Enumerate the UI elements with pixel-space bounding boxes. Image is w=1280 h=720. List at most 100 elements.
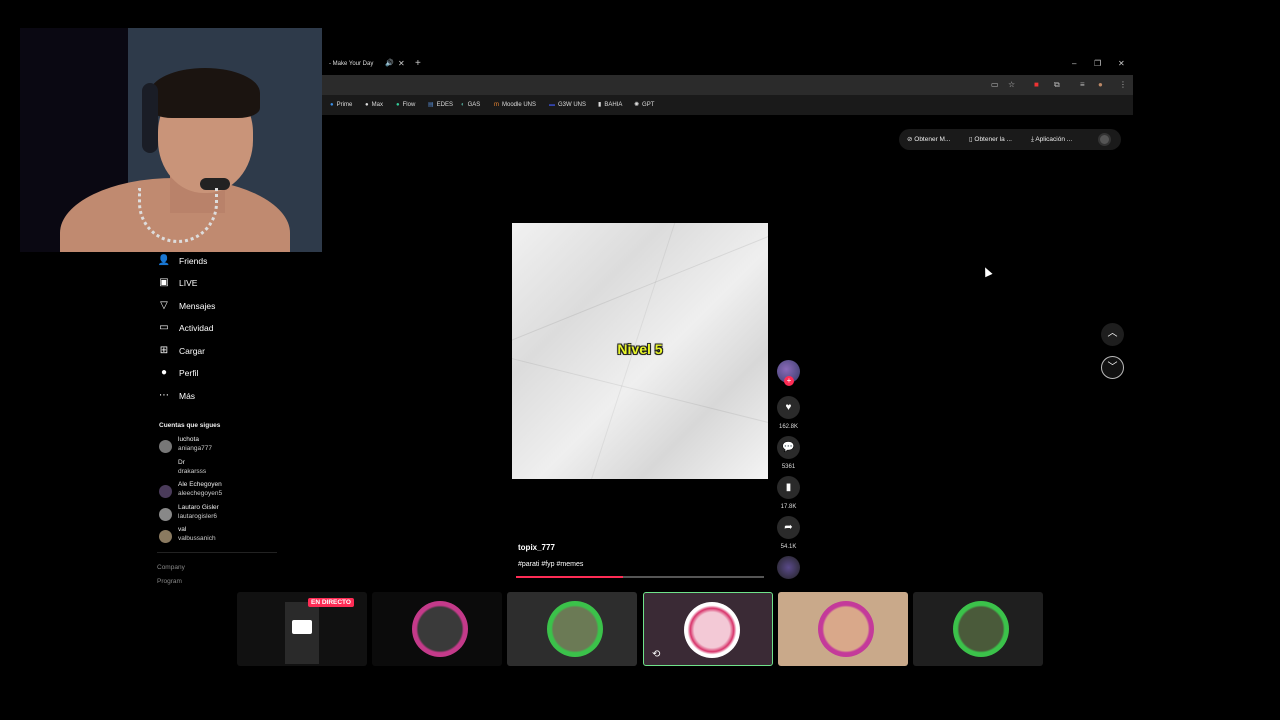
friends-icon: 👤 — [157, 255, 171, 266]
footer-link-program[interactable]: Program — [157, 578, 182, 585]
next-video-button[interactable]: ﹀ — [1101, 356, 1124, 379]
gpt-icon: ✺ — [634, 102, 640, 108]
close-tab-icon[interactable]: ✕ — [398, 56, 405, 72]
bookmark-gas[interactable]: ◐ GAS — [461, 100, 480, 110]
new-tab-button[interactable]: + — [415, 56, 421, 72]
following-account[interactable]: luchota anianga777 — [157, 436, 317, 458]
bookmark-flow[interactable]: ● Flow — [396, 100, 415, 110]
tab-title: - Make Your Day — [329, 61, 374, 67]
bookmark-prime[interactable]: ● Prime — [330, 100, 352, 110]
emote-duo — [953, 601, 1009, 657]
sidebar-item-friends[interactable]: 👤 Friends — [157, 252, 297, 270]
bookmark-gpt[interactable]: ✺ GPT — [634, 100, 654, 110]
emote-tile[interactable] — [913, 592, 1043, 666]
close-window-icon[interactable]: ✕ — [1118, 56, 1125, 72]
comment-count: 5361 — [781, 464, 796, 470]
bookmark-bahia[interactable]: ▮ BAHIA — [598, 100, 622, 110]
paper-crease — [512, 354, 768, 433]
previous-video-button[interactable]: ︿ — [1101, 323, 1124, 346]
sidebar-item-profile[interactable]: ● Perfil — [157, 364, 297, 382]
bookmark-star-icon[interactable]: ☆ — [1008, 79, 1015, 91]
edes-icon: ▤ — [428, 102, 434, 108]
get-coins-button[interactable]: ⊘ Obtener M... — [907, 135, 950, 144]
bookmark-moodle[interactable]: m Moodle UNS — [494, 100, 536, 110]
save-count: 17.8K — [780, 504, 797, 510]
loop-icon: ⟲ — [652, 649, 661, 660]
share-icon: ➦ — [784, 522, 793, 533]
moodle-icon: m — [494, 102, 499, 108]
more-icon: ⋯ — [159, 390, 169, 401]
like-count: 162.8K — [778, 424, 799, 430]
comment-button[interactable]: 💬 — [777, 436, 800, 459]
like-button[interactable]: ♥ — [777, 396, 800, 419]
g3w-icon: ▬ — [549, 102, 555, 108]
video-username[interactable]: topix_777 — [518, 543, 555, 552]
address-bar[interactable]: ▭ ☆ ■ ⧉ ≡ ● ⋮ — [322, 75, 1133, 95]
emote-tile[interactable] — [778, 592, 908, 666]
profile-icon[interactable]: ● — [1098, 79, 1103, 91]
video-progress-bar[interactable] — [516, 576, 764, 578]
webcam-overlay — [20, 28, 322, 252]
streamer-hair — [150, 68, 260, 118]
live-tile[interactable]: EN DIRECTO — [237, 592, 367, 666]
avatar — [159, 440, 172, 453]
avatar — [159, 530, 172, 543]
gas-icon: ◐ — [461, 102, 465, 108]
browser-tab[interactable]: - Make Your Day 🔊 ✕ — [322, 56, 407, 74]
flow-icon: ● — [396, 102, 400, 108]
share-button[interactable]: ➦ — [777, 516, 800, 539]
bookmark-max[interactable]: ● Max — [365, 100, 383, 110]
following-title: Cuentas que sigues — [159, 422, 221, 429]
following-account[interactable]: Dr drakarsss — [157, 459, 317, 481]
get-app-button[interactable]: ▯ Obtener la ... — [969, 135, 1012, 144]
follow-plus-icon[interactable]: + — [784, 376, 794, 386]
sidebar-item-messages[interactable]: ▽ Mensajes — [157, 297, 297, 315]
music-disc[interactable] — [777, 556, 800, 579]
mouse-cursor — [981, 265, 993, 278]
restore-icon[interactable]: ❐ — [1094, 56, 1101, 72]
save-button[interactable]: ▮ — [777, 476, 800, 499]
desktop-app-button[interactable]: ⤓ Aplicación ... — [1031, 135, 1072, 144]
emote-frog — [547, 601, 603, 657]
video-overlay-text: Nivel 5 — [617, 341, 663, 357]
bahia-icon: ▮ — [598, 102, 602, 108]
phone-icon: ▯ — [969, 136, 973, 143]
bookmark-g3w[interactable]: ▬ G3W UNS — [549, 100, 586, 110]
video-hashtags[interactable]: #parati #fyp #memes — [518, 561, 583, 568]
emote-tile[interactable] — [507, 592, 637, 666]
bookmark-edes[interactable]: ▤ EDES — [428, 100, 453, 110]
live-preview-icon — [292, 620, 312, 634]
media-icon[interactable]: ≡ — [1080, 79, 1085, 91]
sidebar-item-activity[interactable]: ▭ Actividad — [157, 319, 297, 337]
minimize-icon[interactable]: – — [1072, 56, 1076, 72]
speaker-icon[interactable]: 🔊 — [385, 56, 394, 72]
video-progress-fill — [516, 576, 623, 578]
following-account[interactable]: Ale Echegoyen aleechegoyen5 — [157, 481, 317, 503]
emote-tile-selected[interactable]: ⟲ — [643, 592, 773, 666]
sidebar-item-upload[interactable]: ⊞ Cargar — [157, 342, 297, 360]
bookmark-icon: ▮ — [785, 482, 792, 493]
download-icon: ⤓ — [1031, 136, 1034, 143]
following-account[interactable]: Lautaro Gisler lautarogisler6 — [157, 504, 317, 526]
coin-icon: ⊘ — [907, 136, 913, 143]
bookmarks-bar: ● Prime ● Max ● Flow ▤ EDES ◐ GAS m Moodle UNS… — [322, 95, 1133, 115]
avatar — [159, 508, 172, 521]
user-avatar[interactable] — [1098, 133, 1111, 146]
sidebar-item-live[interactable]: ▣ LIVE — [157, 274, 297, 292]
avatar — [159, 485, 172, 498]
emote-robot — [412, 601, 468, 657]
chevron-up-icon: ︿ — [1107, 328, 1118, 339]
sidebar-item-more[interactable]: ⋯ Más — [157, 387, 297, 405]
install-icon[interactable]: ▭ — [991, 79, 999, 91]
share-count: 54.1K — [780, 544, 797, 550]
extension-red-icon[interactable]: ■ — [1034, 79, 1039, 91]
menu-icon[interactable]: ⋮ — [1119, 79, 1127, 91]
footer-link-company[interactable]: Company — [157, 564, 185, 571]
live-badge: EN DIRECTO — [308, 598, 354, 607]
sidebar-divider — [157, 552, 277, 553]
live-icon: ▣ — [159, 277, 169, 288]
extensions-icon[interactable]: ⧉ — [1054, 79, 1060, 91]
emote-tile[interactable] — [372, 592, 502, 666]
video-player[interactable]: Nivel 5 — [512, 223, 768, 479]
following-account[interactable]: val valbussanich — [157, 526, 317, 548]
